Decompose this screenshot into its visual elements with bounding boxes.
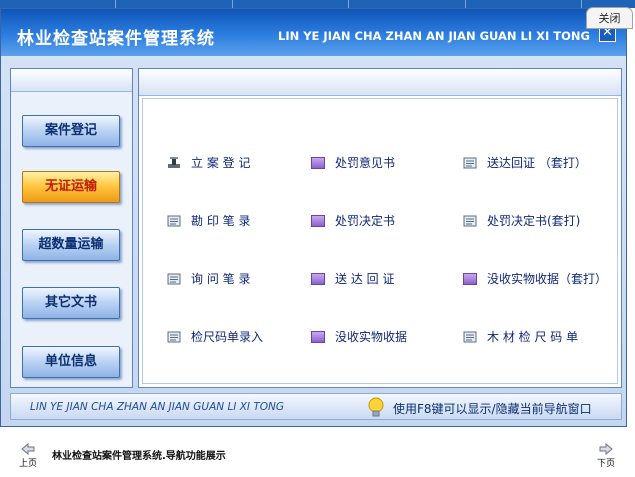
menu-divider <box>581 0 582 8</box>
document-icon <box>167 331 181 342</box>
item-penalty-opinion[interactable]: 处罚意见书 <box>311 154 395 172</box>
item-case-filing[interactable]: 立 案 登 记 <box>167 154 250 172</box>
item-label: 检尺码单录入 <box>191 330 264 344</box>
item-interrogation-record[interactable]: 询 问 笔 录 <box>167 270 250 288</box>
item-label: 木 材 检 尺 码 单 <box>487 330 579 344</box>
app-window: 林业检查站案件管理系统 LIN YE JIAN CHA ZHAN AN JIAN… <box>0 8 627 427</box>
item-label: 处罚决定书(套打) <box>487 214 581 228</box>
prev-page-button[interactable]: 上页 <box>13 443 43 469</box>
sidebar: 案件登记 无证运输 超数量运输 其它文书 单位信息 <box>10 68 133 388</box>
next-page-label: 下页 <box>596 459 615 469</box>
item-service-receipt[interactable]: 送 达 回 证 <box>311 270 394 288</box>
sidebar-header <box>11 69 132 92</box>
item-scale-sheet-entry[interactable]: 检尺码单录入 <box>167 328 263 346</box>
next-page-button[interactable]: 下页 <box>591 443 621 469</box>
sidebar-item-other-documents[interactable]: 其它文书 <box>22 287 120 319</box>
status-bar: LIN YE JIAN CHA ZHAN AN JIAN GUAN LI XI … <box>10 393 622 420</box>
item-label: 立 案 登 记 <box>191 156 251 170</box>
purple-square-icon <box>311 214 325 227</box>
item-penalty-decision-print[interactable]: 处罚决定书(套打) <box>463 212 580 230</box>
window-title-pinyin: LIN YE JIAN CHA ZHAN AN JIAN GUAN LI XI … <box>278 29 590 43</box>
item-label: 询 问 笔 录 <box>191 272 251 286</box>
document-icon <box>463 157 477 168</box>
purple-square-icon <box>311 330 325 343</box>
menu-divider <box>232 0 233 8</box>
prev-page-label: 上页 <box>18 459 37 469</box>
document-icon <box>167 273 181 284</box>
function-grid: 立 案 登 记 处罚意见书 送达回证 （套打） 勘 印 笔 录 处罚决定书 处罚… <box>142 98 618 384</box>
sidebar-item-unit-info[interactable]: 单位信息 <box>22 346 120 378</box>
main-panel-header <box>139 69 621 96</box>
item-label: 勘 印 笔 录 <box>191 214 251 228</box>
item-label: 送达回证 （套打） <box>487 156 587 170</box>
main-panel: 立 案 登 记 处罚意见书 送达回证 （套打） 勘 印 笔 录 处罚决定书 处罚… <box>138 68 622 388</box>
menu-divider <box>348 0 349 8</box>
item-inspection-record[interactable]: 勘 印 笔 录 <box>167 212 250 230</box>
document-icon <box>167 215 181 226</box>
item-label: 没收实物收据（套打） <box>487 272 608 286</box>
arrow-left-icon <box>21 443 35 455</box>
window-title: 林业检查站案件管理系统 <box>17 29 215 49</box>
item-label: 处罚决定书 <box>335 214 396 228</box>
purple-square-icon <box>311 272 325 285</box>
top-menu-strip <box>0 0 635 8</box>
document-icon <box>463 331 477 342</box>
item-confiscation-receipt-print[interactable]: 没收实物收据（套打） <box>463 270 607 288</box>
sidebar-item-over-quantity-transport[interactable]: 超数量运输 <box>22 229 120 261</box>
sidebar-item-unlicensed-transport[interactable]: 无证运输 <box>22 171 120 203</box>
page-caption: 林业检查站案件管理系统.导航功能展示 <box>52 451 226 462</box>
sidebar-item-case-register[interactable]: 案件登记 <box>22 115 120 147</box>
close-tab-button[interactable]: 关闭 <box>586 7 633 29</box>
menu-divider <box>465 0 466 8</box>
footer-pinyin-title: LIN YE JIAN CHA ZHAN AN JIAN GUAN LI XI … <box>30 401 285 413</box>
lightbulb-icon <box>368 397 384 417</box>
document-icon <box>463 215 477 226</box>
stamp-icon <box>168 156 180 168</box>
title-bar: 林业检查站案件管理系统 LIN YE JIAN CHA ZHAN AN JIAN… <box>1 9 626 56</box>
item-label: 处罚意见书 <box>335 156 396 170</box>
menu-divider <box>115 0 116 8</box>
item-timber-scale-sheet[interactable]: 木 材 检 尺 码 单 <box>463 328 578 346</box>
arrow-right-icon <box>599 443 613 455</box>
item-confiscation-receipt[interactable]: 没收实物收据 <box>311 328 407 346</box>
item-service-receipt-print[interactable]: 送达回证 （套打） <box>463 154 587 172</box>
item-penalty-decision[interactable]: 处罚决定书 <box>311 212 395 230</box>
f8-hint: 使用F8键可以显示/隐藏当前导航窗口 <box>393 402 592 416</box>
purple-square-icon <box>463 272 477 285</box>
purple-square-icon <box>311 156 325 169</box>
item-label: 没收实物收据 <box>335 330 408 344</box>
item-label: 送 达 回 证 <box>335 272 395 286</box>
